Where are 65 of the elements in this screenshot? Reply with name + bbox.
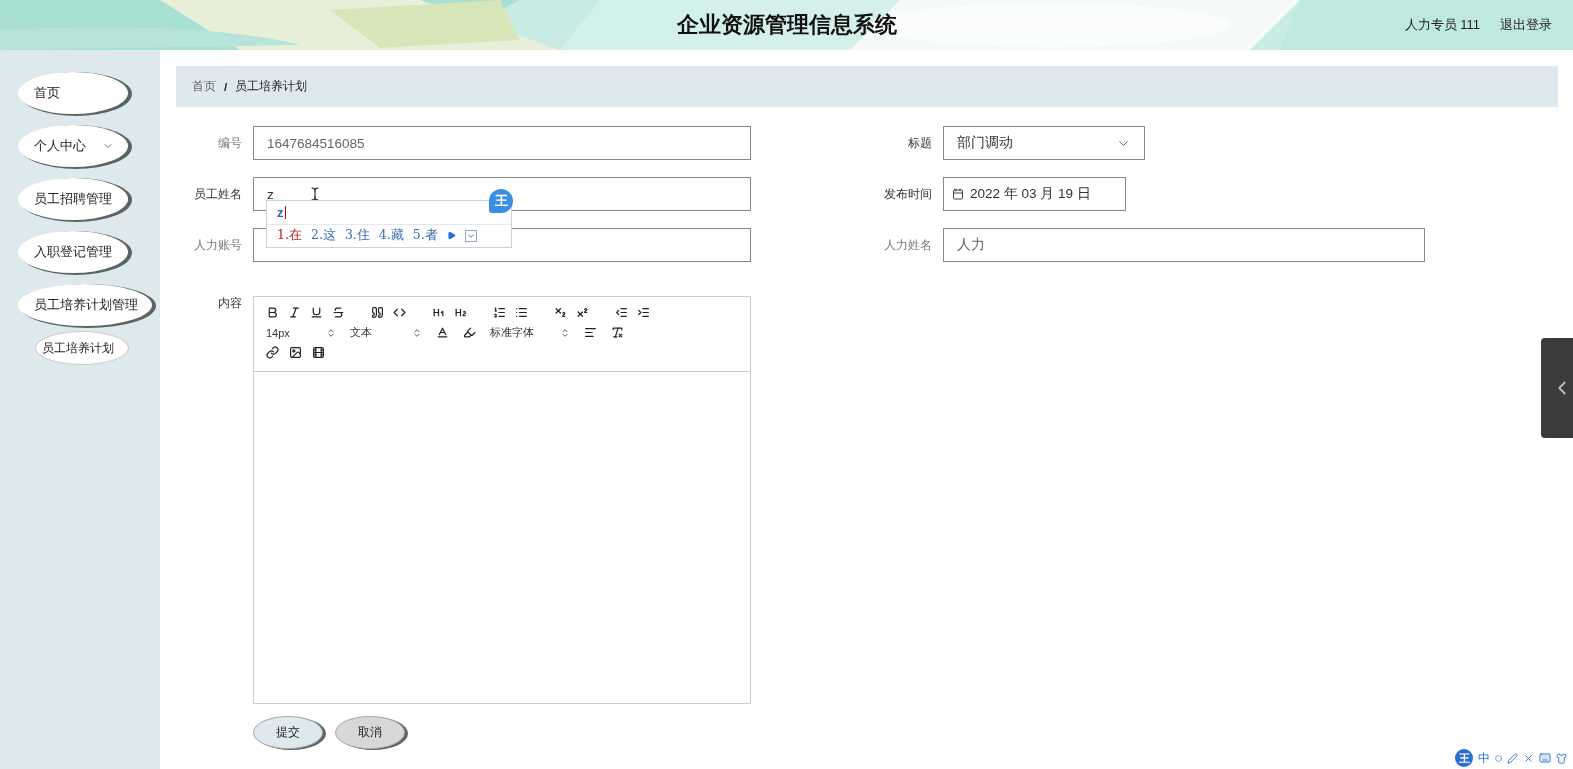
field-label: 发布时间 [883,186,932,202]
sidebar-item[interactable]: 个人中心 [18,125,128,167]
video-icon[interactable] [312,346,325,359]
sidebar-item[interactable]: 首页 [18,72,128,114]
highlight-icon[interactable] [463,326,476,339]
page-arrow-icon[interactable] [446,231,456,241]
heading-two-icon[interactable] [454,306,467,319]
breadcrumb-item[interactable]: 首页 [192,79,216,94]
underline-icon[interactable] [310,306,323,319]
field-label: 人力姓名 [883,237,932,253]
code-icon[interactable] [393,306,406,319]
sidebar-item[interactable]: 入职登记管理 [18,231,128,273]
field-label: 编号 [217,135,242,151]
title-select[interactable]: 部门调动 [943,126,1145,160]
field-label: 内容 [217,296,242,311]
toolbar-select[interactable]: 标准字体 [490,325,570,340]
logout-link[interactable]: 退出登录 [1500,16,1552,34]
italic-icon[interactable] [288,306,301,319]
input-field[interactable]: 1647684516085 [253,126,751,160]
up-down-icon [326,327,336,338]
sidebar-item[interactable]: 员工招聘管理 [18,178,128,220]
quote-icon[interactable] [371,306,384,319]
toolbar-select[interactable]: 文本 [350,325,422,340]
field-label: 员工姓名 [193,186,242,202]
ime-mode[interactable]: 中 [1478,749,1490,767]
indent-icon[interactable] [637,306,650,319]
bold-icon[interactable] [266,306,279,319]
sidebar-item[interactable]: 员工培养计划管理 [18,284,152,326]
rich-text-editor[interactable]: 14px 文本 标准字体 [253,296,751,704]
clear-format-icon[interactable] [611,326,624,339]
subscript-icon[interactable] [554,306,567,319]
ime-candidate[interactable]: 1.在 [277,227,302,245]
bullet-list-icon[interactable] [515,306,528,319]
ime-candidate[interactable]: 4.藏 [378,227,404,245]
field-label: 标题 [907,135,932,151]
submit-button[interactable]: 提交 [253,716,323,749]
heading-one-icon[interactable] [432,306,445,319]
field-label: 人力账号 [193,237,242,253]
breadcrumb-separator: / [224,80,228,93]
superscript-icon[interactable] [576,306,589,319]
outdent-icon[interactable] [615,306,628,319]
sidebar-subitem[interactable]: 员工培养计划 [35,331,129,365]
calendar-icon [952,188,964,200]
ime-logo-icon[interactable]: 王 [1455,749,1473,767]
strikethrough-icon[interactable] [332,306,345,319]
keyboard-icon[interactable] [1539,752,1551,764]
pen-icon[interactable] [1507,752,1518,764]
ime-logo-icon: 王 [489,189,513,213]
image-icon[interactable] [289,346,302,359]
input-field[interactable]: 人力 [943,228,1425,262]
ime-candidate[interactable]: 3.住 [344,227,370,245]
link-icon[interactable] [266,346,279,359]
date-field[interactable]: 2022 年 03 月 19 日 [943,177,1126,211]
font-color-icon[interactable] [436,326,449,339]
up-down-icon [412,327,422,338]
ordered-list-icon[interactable] [493,306,506,319]
ime-candidate[interactable]: 5.者 [412,227,438,245]
user-name: 人力专员 111 [1404,16,1480,34]
toolbar-select[interactable]: 14px [266,326,336,339]
cancel-button[interactable]: 取消 [335,716,405,749]
align-icon[interactable] [584,326,597,339]
breadcrumb-item[interactable]: 员工培养计划 [235,79,308,94]
ime-candidate[interactable]: 2.这 [310,227,336,245]
site-title: 企业资源管理信息系统 [676,11,897,39]
up-down-icon [560,327,570,338]
